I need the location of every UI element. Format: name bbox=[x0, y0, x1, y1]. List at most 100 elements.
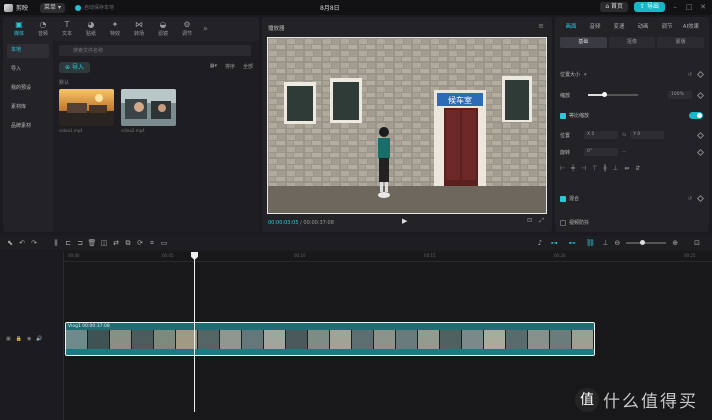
zoom-out-icon[interactable]: ⊖ bbox=[614, 239, 620, 247]
fit-icon[interactable]: ⊡ bbox=[694, 239, 700, 247]
playhead[interactable] bbox=[194, 252, 195, 412]
undo-icon[interactable]: ↶ bbox=[16, 239, 28, 247]
rotate-input[interactable]: 0° bbox=[584, 148, 618, 156]
scale-value[interactable]: 100% bbox=[668, 91, 692, 99]
frame-icon[interactable]: ▭ bbox=[158, 239, 170, 247]
reset-icon[interactable]: ↺ bbox=[688, 72, 692, 78]
subtab-basic[interactable]: 基础 bbox=[560, 37, 607, 48]
align-middle-icon[interactable]: ╫ bbox=[603, 165, 607, 172]
sidebar-item-presets[interactable]: 我的预设 bbox=[7, 82, 49, 96]
link-icon[interactable]: ⇆ bbox=[622, 132, 626, 138]
zoom-slider[interactable] bbox=[626, 240, 667, 245]
align-bottom-icon[interactable]: ⊥ bbox=[613, 165, 618, 172]
tab-filter[interactable]: ◒ 滤镜 bbox=[151, 20, 175, 37]
ratio-icon[interactable]: ⊡ bbox=[527, 217, 532, 225]
import-button[interactable]: ⊕ 导入 bbox=[59, 62, 90, 73]
keyframe-icon[interactable] bbox=[696, 148, 705, 156]
crop-icon[interactable]: ⌗ bbox=[146, 239, 158, 248]
timecode: 00:00:03:05 / 00:00:37:08 bbox=[268, 220, 334, 226]
split-icon[interactable]: ⫼ bbox=[50, 239, 62, 248]
tab-adjust[interactable]: ⚙ 调节 bbox=[175, 20, 199, 37]
tab-transition[interactable]: ⋈ 转场 bbox=[127, 20, 151, 37]
reverse-icon[interactable]: ⇄ bbox=[110, 239, 122, 247]
keyframe-icon[interactable] bbox=[696, 131, 705, 139]
uniform-toggle[interactable] bbox=[689, 112, 703, 119]
align-top-icon[interactable]: ⊤ bbox=[592, 165, 597, 172]
grid-view-icon[interactable]: ▦▾ bbox=[210, 63, 217, 70]
filter-dropdown[interactable]: 全部 bbox=[243, 63, 253, 70]
align-center-icon[interactable]: ╪ bbox=[571, 165, 575, 172]
tab-picture[interactable]: 画面 bbox=[559, 22, 583, 30]
sidebar-item-import[interactable]: 导入 bbox=[7, 63, 49, 77]
volume-icon[interactable]: 🔊 bbox=[36, 336, 42, 342]
close-icon[interactable]: ✕ bbox=[699, 3, 707, 11]
menu-button[interactable]: 菜单 ▾ bbox=[40, 2, 65, 13]
subtab-cutout[interactable]: 抠像 bbox=[608, 37, 656, 48]
split-right-icon[interactable]: ⊐ bbox=[74, 239, 86, 247]
pos-y-input[interactable]: Y 0 bbox=[630, 131, 665, 139]
tab-text[interactable]: T 文本 bbox=[55, 20, 79, 37]
delete-icon[interactable]: 🗑 bbox=[86, 239, 98, 247]
checkbox-icon[interactable] bbox=[560, 112, 566, 119]
redo-icon[interactable]: ↷ bbox=[28, 239, 40, 247]
keyframe-icon[interactable] bbox=[696, 70, 705, 79]
checkbox-icon[interactable] bbox=[560, 195, 566, 202]
link-main-track-icon[interactable]: ⊶ bbox=[548, 239, 560, 247]
preview-axis-icon[interactable]: ⊥ bbox=[602, 239, 608, 247]
tab-sticker[interactable]: ◕ 贴纸 bbox=[79, 20, 103, 37]
tab-adjust-props[interactable]: 调节 bbox=[655, 22, 679, 30]
export-button[interactable]: ⇪ 导出 bbox=[634, 2, 665, 12]
align-right-icon[interactable]: ⊣ bbox=[581, 165, 586, 172]
tab-audio[interactable]: ◔ 音频 bbox=[31, 20, 55, 37]
flip-h-icon[interactable]: ⇹ bbox=[624, 165, 629, 172]
tab-audio-props[interactable]: 音频 bbox=[583, 22, 607, 30]
rotate-icon[interactable]: ⟳ bbox=[134, 239, 146, 247]
more-tabs-icon[interactable]: » bbox=[203, 24, 208, 33]
preview-panel: 播放器 ≡ 候车室 00:00:03:05 / 00:00:37:08 ▶ ⊡ … bbox=[262, 17, 552, 232]
tab-animation[interactable]: 动画 bbox=[631, 22, 655, 30]
visibility-icon[interactable]: ◉ bbox=[27, 336, 31, 342]
keyframe-icon[interactable] bbox=[696, 91, 705, 99]
search-input[interactable] bbox=[59, 45, 251, 56]
link-icon[interactable]: ⛓ bbox=[584, 239, 596, 247]
media-thumbnail[interactable] bbox=[121, 89, 176, 126]
minimize-icon[interactable]: – bbox=[671, 3, 679, 11]
scale-slider[interactable] bbox=[588, 92, 638, 97]
tab-effects[interactable]: ✦ 特效 bbox=[103, 20, 127, 37]
app-logo: 剪映 bbox=[4, 3, 28, 12]
pos-x-input[interactable]: X 0 bbox=[584, 131, 618, 139]
tab-media[interactable]: ▣ 媒体 bbox=[7, 20, 31, 37]
freeze-icon[interactable]: ◫ bbox=[98, 239, 110, 247]
tab-ai-effects[interactable]: AI效果 bbox=[679, 22, 703, 30]
sort-dropdown[interactable]: 排序 bbox=[225, 63, 235, 70]
mirror-icon[interactable]: ⧉ bbox=[122, 239, 134, 248]
time-ruler[interactable]: 00:00 00:05 00:10 00:15 00:20 00:25 bbox=[64, 252, 712, 262]
sidebar-item-local[interactable]: 本地 bbox=[7, 44, 49, 58]
video-preview[interactable]: 候车室 bbox=[267, 37, 547, 214]
media-thumbnail[interactable] bbox=[59, 89, 114, 126]
select-icon[interactable]: ⬉ bbox=[4, 239, 16, 247]
home-button[interactable]: ⌂ 首页 bbox=[600, 2, 629, 12]
reset-icon[interactable]: ↺ bbox=[688, 196, 692, 202]
keyframe-icon[interactable] bbox=[696, 194, 705, 203]
sidebar-item-brand[interactable]: 品牌素材 bbox=[7, 120, 49, 134]
preview-menu-icon[interactable]: ≡ bbox=[538, 22, 544, 30]
align-left-icon[interactable]: ⊢ bbox=[560, 165, 565, 172]
fullscreen-icon[interactable]: ⤢ bbox=[539, 217, 544, 225]
lock-icon[interactable]: 🔒 bbox=[16, 336, 22, 342]
sidebar-item-library[interactable]: 素材库 bbox=[7, 101, 49, 115]
video-clip[interactable]: Vlog1 00:00:37:08 bbox=[65, 322, 595, 356]
play-icon[interactable]: ▶ bbox=[402, 217, 407, 225]
scale-row: 缩放 100% bbox=[560, 91, 705, 99]
maximize-icon[interactable]: □ bbox=[685, 3, 693, 11]
checkbox-icon[interactable] bbox=[560, 219, 566, 226]
tab-speed[interactable]: 变速 bbox=[607, 22, 631, 30]
mic-icon[interactable]: ♪ bbox=[538, 239, 542, 247]
split-left-icon[interactable]: ⊏ bbox=[62, 239, 74, 247]
flip-v-icon[interactable]: ⇵ bbox=[635, 165, 640, 172]
zoom-in-icon[interactable]: ⊕ bbox=[672, 239, 678, 247]
cover-icon[interactable]: ▣ bbox=[6, 336, 11, 342]
snap-icon[interactable]: ⊷ bbox=[566, 239, 578, 247]
filter-icon: ◒ bbox=[159, 19, 167, 29]
subtab-mask[interactable]: 蒙版 bbox=[657, 37, 705, 48]
